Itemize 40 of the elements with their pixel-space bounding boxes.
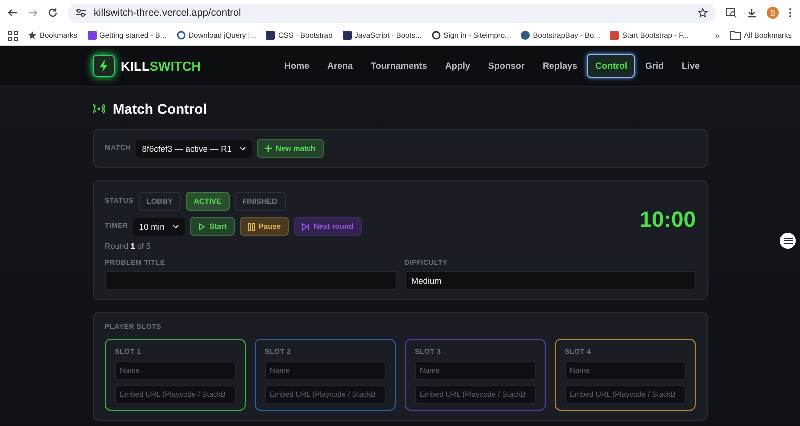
sliders-icon	[784, 237, 792, 245]
nav-link[interactable]: Grid	[637, 54, 672, 78]
caret-icon	[240, 146, 246, 150]
pause-icon	[248, 222, 255, 230]
play-icon	[198, 222, 206, 230]
caret-icon	[172, 224, 179, 228]
skip-forward-icon	[302, 222, 310, 230]
broadcast-icon	[93, 104, 105, 114]
folder-icon	[730, 31, 742, 40]
nav-link[interactable]: Control	[587, 54, 636, 78]
nav-link[interactable]: Arena	[320, 54, 362, 78]
more-icon[interactable]	[789, 8, 792, 18]
address-bar[interactable]: killswitch-three.vercel.app/control	[68, 4, 716, 22]
input-field[interactable]	[105, 271, 396, 290]
nav-link[interactable]: Sponsor	[480, 54, 533, 78]
back-icon[interactable]	[8, 8, 18, 18]
timer-select[interactable]: 10 min	[133, 218, 185, 236]
more-bookmarks-chevron[interactable]: »	[715, 30, 720, 40]
url-text: killswitch-three.vercel.app/control	[94, 8, 242, 18]
download-icon[interactable]	[747, 8, 757, 18]
plus-icon	[265, 145, 272, 152]
nav-link[interactable]: Home	[276, 54, 318, 78]
timer-clock: 10:00	[640, 206, 696, 232]
match-select[interactable]: 8f6cfef3 — active — R1	[136, 140, 252, 158]
lens-icon[interactable]	[726, 8, 737, 18]
nav-link[interactable]: Live	[674, 54, 708, 78]
apps-grid-icon[interactable]	[8, 30, 18, 40]
reload-icon[interactable]	[48, 8, 58, 18]
input-field[interactable]: Medium	[404, 271, 696, 290]
floating-button[interactable]	[780, 233, 796, 249]
page-title: Match Control	[113, 101, 208, 117]
round-counter: Round 1 of 5	[105, 242, 152, 251]
nav-link[interactable]: Apply	[437, 54, 478, 78]
nav-link[interactable]: Replays	[534, 54, 586, 78]
brand-name: KILLSWITCH	[121, 58, 202, 74]
nav-link[interactable]: Tournaments	[363, 54, 436, 78]
star-icon	[28, 31, 37, 40]
star-icon[interactable]	[698, 8, 708, 18]
lightning-icon	[99, 60, 109, 72]
tune-icon[interactable]	[76, 9, 86, 17]
